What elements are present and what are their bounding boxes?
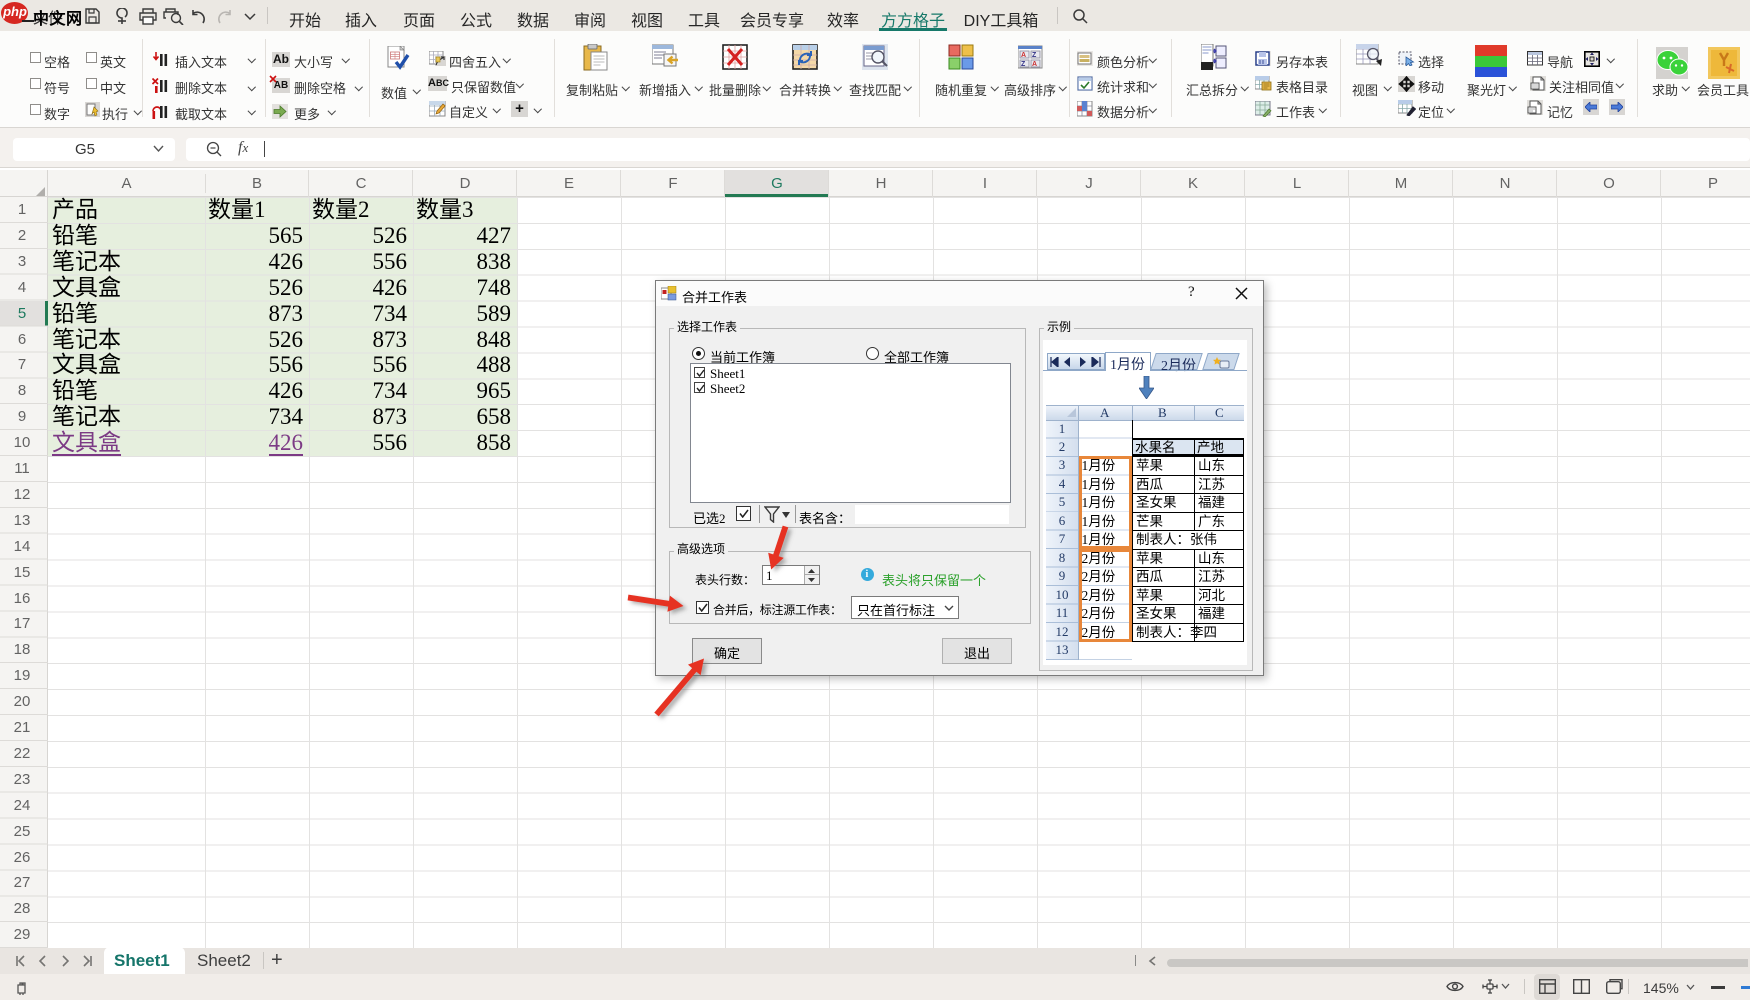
svg-text:Z: Z bbox=[1021, 61, 1026, 68]
svg-text:A: A bbox=[1021, 52, 1026, 59]
svg-text:A: A bbox=[1032, 61, 1037, 68]
svg-text:Z: Z bbox=[1032, 52, 1037, 59]
